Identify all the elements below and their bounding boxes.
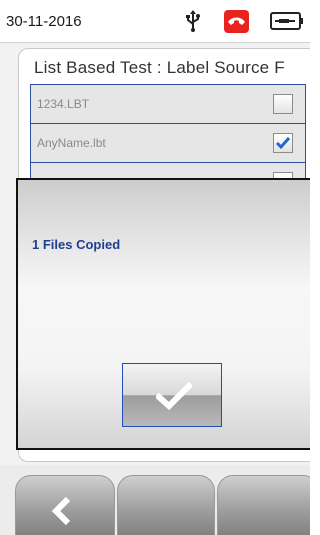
- page-title: List Based Test : Label Source F: [34, 58, 285, 77]
- back-button[interactable]: [15, 475, 115, 535]
- status-bar: 30-11-2016: [0, 0, 310, 43]
- list-item[interactable]: AnyName.lbt: [31, 124, 305, 163]
- softkey-bar: [0, 465, 310, 535]
- status-date: 30-11-2016: [6, 13, 82, 30]
- checkmark-icon: [156, 382, 192, 410]
- file-list: 1234.LBT AnyName.lbt: [30, 84, 306, 202]
- phone-icon: [224, 10, 249, 33]
- ok-button[interactable]: [122, 363, 222, 427]
- usb-icon: [185, 10, 201, 32]
- file-checkbox[interactable]: [273, 133, 293, 153]
- softkey-3-button[interactable]: [217, 475, 310, 535]
- list-item[interactable]: 1234.LBT: [31, 85, 305, 124]
- file-name: 1234.LBT: [37, 97, 90, 111]
- softkey-2-button[interactable]: [117, 475, 215, 535]
- device-screen: 30-11-2016 List Based Test: Label Sourc…: [0, 0, 310, 535]
- back-icon: [51, 496, 71, 526]
- battery-icon: [270, 12, 304, 30]
- copy-result-dialog: 1 Files Copied: [16, 178, 310, 450]
- file-name: AnyName.lbt: [37, 136, 106, 150]
- dialog-message: 1 Files Copied: [32, 237, 121, 252]
- file-checkbox[interactable]: [273, 94, 293, 114]
- checkmark-icon: [275, 137, 291, 150]
